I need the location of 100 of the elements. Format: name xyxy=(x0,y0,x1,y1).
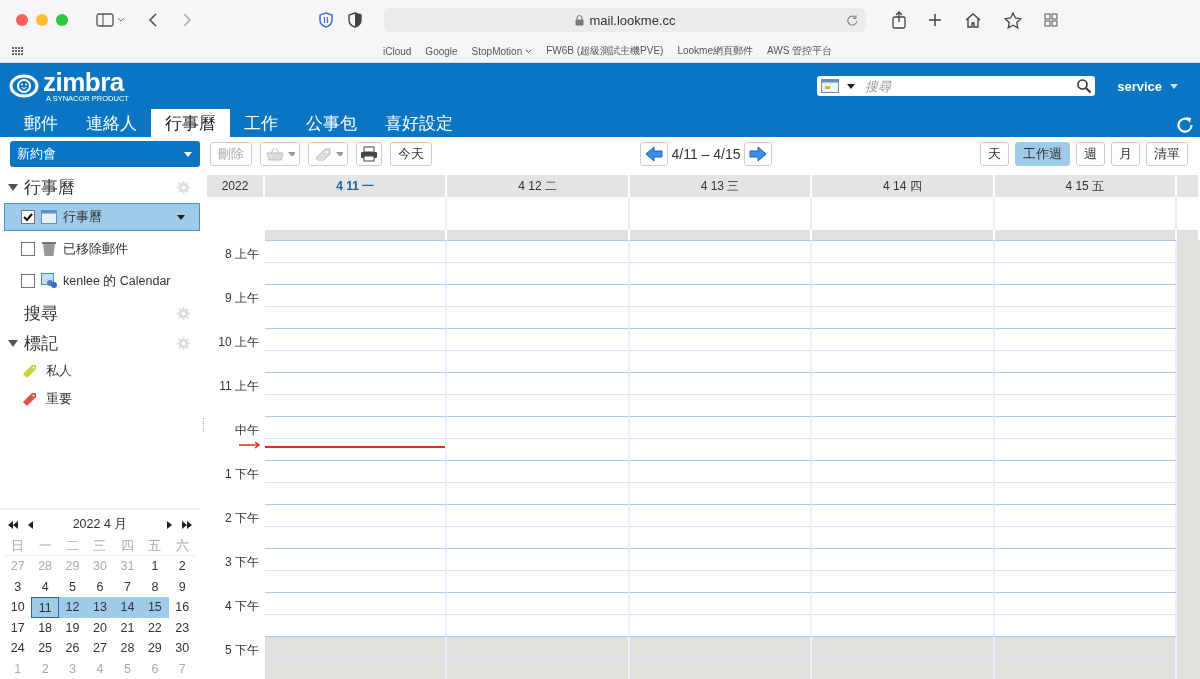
calendar-day[interactable]: 18 xyxy=(31,617,59,638)
calendar-day[interactable]: 22 xyxy=(141,617,169,638)
caret-icon[interactable] xyxy=(847,83,856,89)
share-icon[interactable] xyxy=(892,11,906,29)
view-button[interactable]: 天 xyxy=(980,142,1009,166)
tag-name[interactable]: 私人 xyxy=(46,362,72,380)
splitter-handle-icon[interactable] xyxy=(202,418,205,432)
bookmark-folder[interactable]: StopMotion xyxy=(471,44,533,58)
home-icon[interactable] xyxy=(964,12,982,28)
previous-week-button[interactable] xyxy=(640,142,669,166)
collapse-triangle-icon[interactable] xyxy=(8,338,18,348)
calendar-day[interactable]: 25 xyxy=(31,638,59,659)
tag-name[interactable]: 重要 xyxy=(46,390,72,408)
calendar-day[interactable]: 5 xyxy=(58,576,87,597)
checkbox[interactable] xyxy=(21,274,35,288)
section-header[interactable]: 行事曆 xyxy=(24,175,171,199)
print-button[interactable] xyxy=(356,142,382,166)
caret-icon[interactable] xyxy=(177,214,185,220)
day-header[interactable]: 4 12 二 xyxy=(447,175,630,197)
new-appointment-button[interactable]: 新約會 xyxy=(10,141,200,167)
tab[interactable]: 公事包 xyxy=(292,109,371,137)
checkbox[interactable] xyxy=(21,210,35,224)
bookmark-link[interactable]: Lookme網頁郵件 xyxy=(677,44,753,58)
tab[interactable]: 連絡人 xyxy=(72,109,151,137)
calendar-day[interactable]: 21 xyxy=(113,617,142,638)
calendar-day[interactable]: 3 xyxy=(4,576,32,597)
calendar-day[interactable]: 15 xyxy=(141,597,169,618)
calendar-day[interactable]: 24 xyxy=(4,638,32,659)
calendar-day[interactable]: 16 xyxy=(168,597,196,618)
star-icon[interactable] xyxy=(1004,11,1022,29)
calendar-day[interactable]: 13 xyxy=(86,597,114,618)
next-month-icon[interactable] xyxy=(167,520,172,529)
view-button[interactable]: 清單 xyxy=(1146,142,1188,166)
calendar-day[interactable]: 11 xyxy=(31,597,59,618)
next-year-icon[interactable] xyxy=(182,520,192,529)
search-bar[interactable]: 搜尋 xyxy=(817,76,1096,96)
calendar-day[interactable]: 10 xyxy=(4,597,32,618)
calendar-day[interactable]: 26 xyxy=(58,638,87,659)
calendar-item[interactable]: 行事曆 xyxy=(4,203,200,231)
calendar-day[interactable]: 27 xyxy=(86,638,114,659)
refresh-icon[interactable] xyxy=(1177,116,1193,133)
calendar-day[interactable]: 8 xyxy=(141,576,169,597)
calendar-day[interactable]: 12 xyxy=(58,597,87,618)
bookmark-link[interactable]: FW6B (超級測試主機PVE) xyxy=(546,44,664,58)
bookmark-link[interactable]: iCloud xyxy=(383,44,412,58)
next-week-button[interactable] xyxy=(743,142,772,166)
calendar-item[interactable]: 已移除郵件 xyxy=(4,235,200,263)
tab[interactable]: 喜好設定 xyxy=(371,109,467,137)
calendar-day[interactable]: 29 xyxy=(141,638,169,659)
search-type-icon[interactable] xyxy=(821,79,840,93)
day-header[interactable]: 4 13 三 xyxy=(629,175,813,197)
calendar-day[interactable]: 30 xyxy=(168,638,196,659)
close-button[interactable] xyxy=(16,14,28,26)
tab[interactable]: 行事曆 xyxy=(151,109,230,137)
calendar-day[interactable]: 17 xyxy=(4,617,32,638)
day-header[interactable]: 4 14 四 xyxy=(812,175,995,197)
caret-icon xyxy=(184,151,193,157)
calendar-day[interactable]: 23 xyxy=(168,617,196,638)
previous-year-icon[interactable] xyxy=(8,520,18,529)
calendar-day[interactable]: 19 xyxy=(58,617,87,638)
day-header[interactable]: 4 11 一 xyxy=(265,175,448,197)
reload-icon[interactable] xyxy=(846,14,858,26)
calendar-day[interactable]: 7 xyxy=(113,576,142,597)
user-menu[interactable]: service xyxy=(1117,78,1178,94)
new-tab-icon[interactable] xyxy=(928,13,942,27)
tab[interactable]: 郵件 xyxy=(10,109,72,137)
bookmark-link[interactable]: Google xyxy=(425,44,458,58)
section-header[interactable]: 標記 xyxy=(24,331,171,355)
search-icon[interactable] xyxy=(1076,78,1093,94)
today-button[interactable]: 今天 xyxy=(390,142,432,166)
calendar-day[interactable]: 9 xyxy=(168,576,196,597)
calendar-day[interactable]: 1 xyxy=(141,556,169,577)
tab-overview-icon[interactable] xyxy=(1044,13,1058,27)
sidebar-icon[interactable] xyxy=(96,13,124,27)
shield-icon[interactable] xyxy=(318,12,334,28)
calendar-day[interactable]: 4 xyxy=(31,576,59,597)
favorites-grid-icon[interactable] xyxy=(12,47,23,55)
calendar-day[interactable]: 14 xyxy=(113,597,142,618)
checkbox[interactable] xyxy=(21,242,35,256)
section-header[interactable]: 搜尋 xyxy=(24,301,171,325)
privacy-shield-icon[interactable] xyxy=(348,12,362,28)
bookmark-link[interactable]: AWS 管控平台 xyxy=(767,44,833,58)
collapse-triangle-icon[interactable] xyxy=(8,182,18,192)
tag-icon[interactable] xyxy=(22,391,38,407)
view-button[interactable]: 週 xyxy=(1076,142,1105,166)
calendar-day[interactable]: 20 xyxy=(86,617,114,638)
tab[interactable]: 工作 xyxy=(230,109,292,137)
calendar-item[interactable]: kenlee 的 Calendar xyxy=(4,267,200,295)
calendar-day[interactable]: 2 xyxy=(168,556,196,577)
calendar-day[interactable]: 28 xyxy=(113,638,142,659)
calendar-day[interactable]: 6 xyxy=(86,576,114,597)
address-bar[interactable]: mail.lookme.cc xyxy=(384,8,866,32)
day-header[interactable]: 4 15 五 xyxy=(994,175,1177,197)
view-button[interactable]: 工作週 xyxy=(1015,142,1070,166)
trash-can-icon xyxy=(41,241,57,257)
weekday-label: 三 xyxy=(86,535,114,556)
previous-month-icon[interactable] xyxy=(28,520,33,529)
back-icon[interactable] xyxy=(148,13,158,27)
search-field[interactable]: 搜尋 xyxy=(863,77,1073,95)
view-button[interactable]: 月 xyxy=(1111,142,1140,166)
